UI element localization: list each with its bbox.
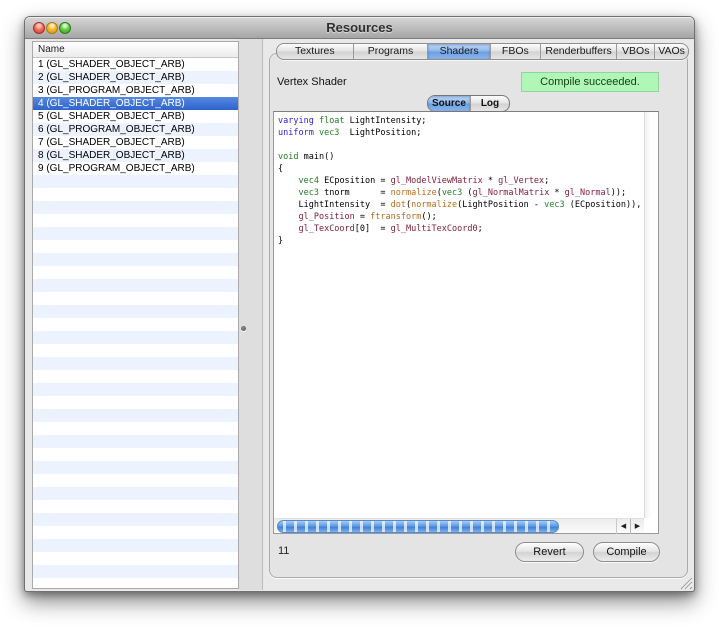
- code-line: {: [278, 163, 642, 175]
- code-line: gl_TexCoord[0] = gl_MultiTexCoord0;: [278, 223, 642, 235]
- scrollbar-corner: [644, 518, 658, 533]
- list-item[interactable]: 3 (GL_PROGRAM_OBJECT_ARB): [33, 84, 238, 97]
- list-item[interactable]: 1 (GL_SHADER_OBJECT_ARB): [33, 58, 238, 71]
- list-item[interactable]: 7 (GL_SHADER_OBJECT_ARB): [33, 136, 238, 149]
- tab-vaos[interactable]: VAOs: [655, 44, 688, 59]
- compile-button[interactable]: Compile: [593, 542, 660, 562]
- compile-status-badge: Compile succeeded.: [521, 72, 659, 92]
- list-item[interactable]: 4 (GL_SHADER_OBJECT_ARB): [33, 97, 238, 110]
- scroll-left-icon[interactable]: ◀: [616, 519, 630, 534]
- name-column-header[interactable]: Name: [33, 42, 238, 58]
- tab-vbos[interactable]: VBOs: [617, 44, 655, 59]
- line-count-label: 11: [278, 545, 289, 557]
- tab-fbos[interactable]: FBOs: [491, 44, 541, 59]
- code-line: gl_Position = ftransform();: [278, 211, 642, 223]
- desktop-background: Resources Name 1 (GL_SHADER_OBJECT_ARB)2…: [0, 0, 719, 632]
- shader-source-editor[interactable]: varying float LightIntensity;uniform vec…: [273, 111, 659, 534]
- resource-tabs: TexturesProgramsShadersFBOsRenderbuffers…: [276, 43, 689, 60]
- window-titlebar[interactable]: Resources: [25, 17, 694, 39]
- tab-shaders[interactable]: Shaders: [428, 44, 491, 59]
- horizontal-scrollbar-thumb[interactable]: [277, 520, 559, 533]
- code-line: vec3 tnorm = normalize(vec3 (gl_NormalMa…: [278, 187, 642, 199]
- list-item[interactable]: 2 (GL_SHADER_OBJECT_ARB): [33, 71, 238, 84]
- pane-splitter[interactable]: [239, 39, 263, 590]
- resources-window: Resources Name 1 (GL_SHADER_OBJECT_ARB)2…: [24, 16, 695, 592]
- code-line: uniform vec3 LightPosition;: [278, 127, 642, 139]
- subtab-log[interactable]: Log: [471, 96, 509, 111]
- code-line: [278, 139, 642, 151]
- list-item[interactable]: 6 (GL_PROGRAM_OBJECT_ARB): [33, 123, 238, 136]
- window-resize-grip-icon[interactable]: [680, 577, 693, 590]
- code-area[interactable]: varying float LightIntensity;uniform vec…: [278, 115, 642, 517]
- resource-list: Name 1 (GL_SHADER_OBJECT_ARB)2 (GL_SHADE…: [32, 41, 239, 589]
- code-line: LightIntensity = dot(normalize(LightPosi…: [278, 199, 642, 211]
- source-log-tabs: SourceLog: [427, 95, 510, 112]
- splitter-grip-icon[interactable]: [241, 326, 246, 331]
- window-title: Resources: [25, 20, 694, 35]
- code-line: }: [278, 235, 642, 247]
- resource-list-rows: 1 (GL_SHADER_OBJECT_ARB)2 (GL_SHADER_OBJ…: [33, 58, 238, 588]
- scroll-right-icon[interactable]: ▶: [630, 519, 644, 534]
- vertical-scrollbar-track[interactable]: [644, 112, 658, 518]
- tab-programs[interactable]: Programs: [354, 44, 429, 59]
- code-line: void main(): [278, 151, 642, 163]
- tab-textures[interactable]: Textures: [277, 44, 354, 59]
- tab-renderbuffers[interactable]: Renderbuffers: [541, 44, 618, 59]
- shader-type-label: Vertex Shader: [277, 76, 347, 88]
- list-item[interactable]: 8 (GL_SHADER_OBJECT_ARB): [33, 149, 238, 162]
- revert-button[interactable]: Revert: [515, 542, 584, 562]
- list-item[interactable]: 9 (GL_PROGRAM_OBJECT_ARB): [33, 162, 238, 175]
- horizontal-scrollbar[interactable]: ◀ ▶: [274, 518, 644, 533]
- subtab-source[interactable]: Source: [428, 96, 471, 111]
- code-line: varying float LightIntensity;: [278, 115, 642, 127]
- code-line: vec4 ECposition = gl_ModelViewMatrix * g…: [278, 175, 642, 187]
- list-item[interactable]: 5 (GL_SHADER_OBJECT_ARB): [33, 110, 238, 123]
